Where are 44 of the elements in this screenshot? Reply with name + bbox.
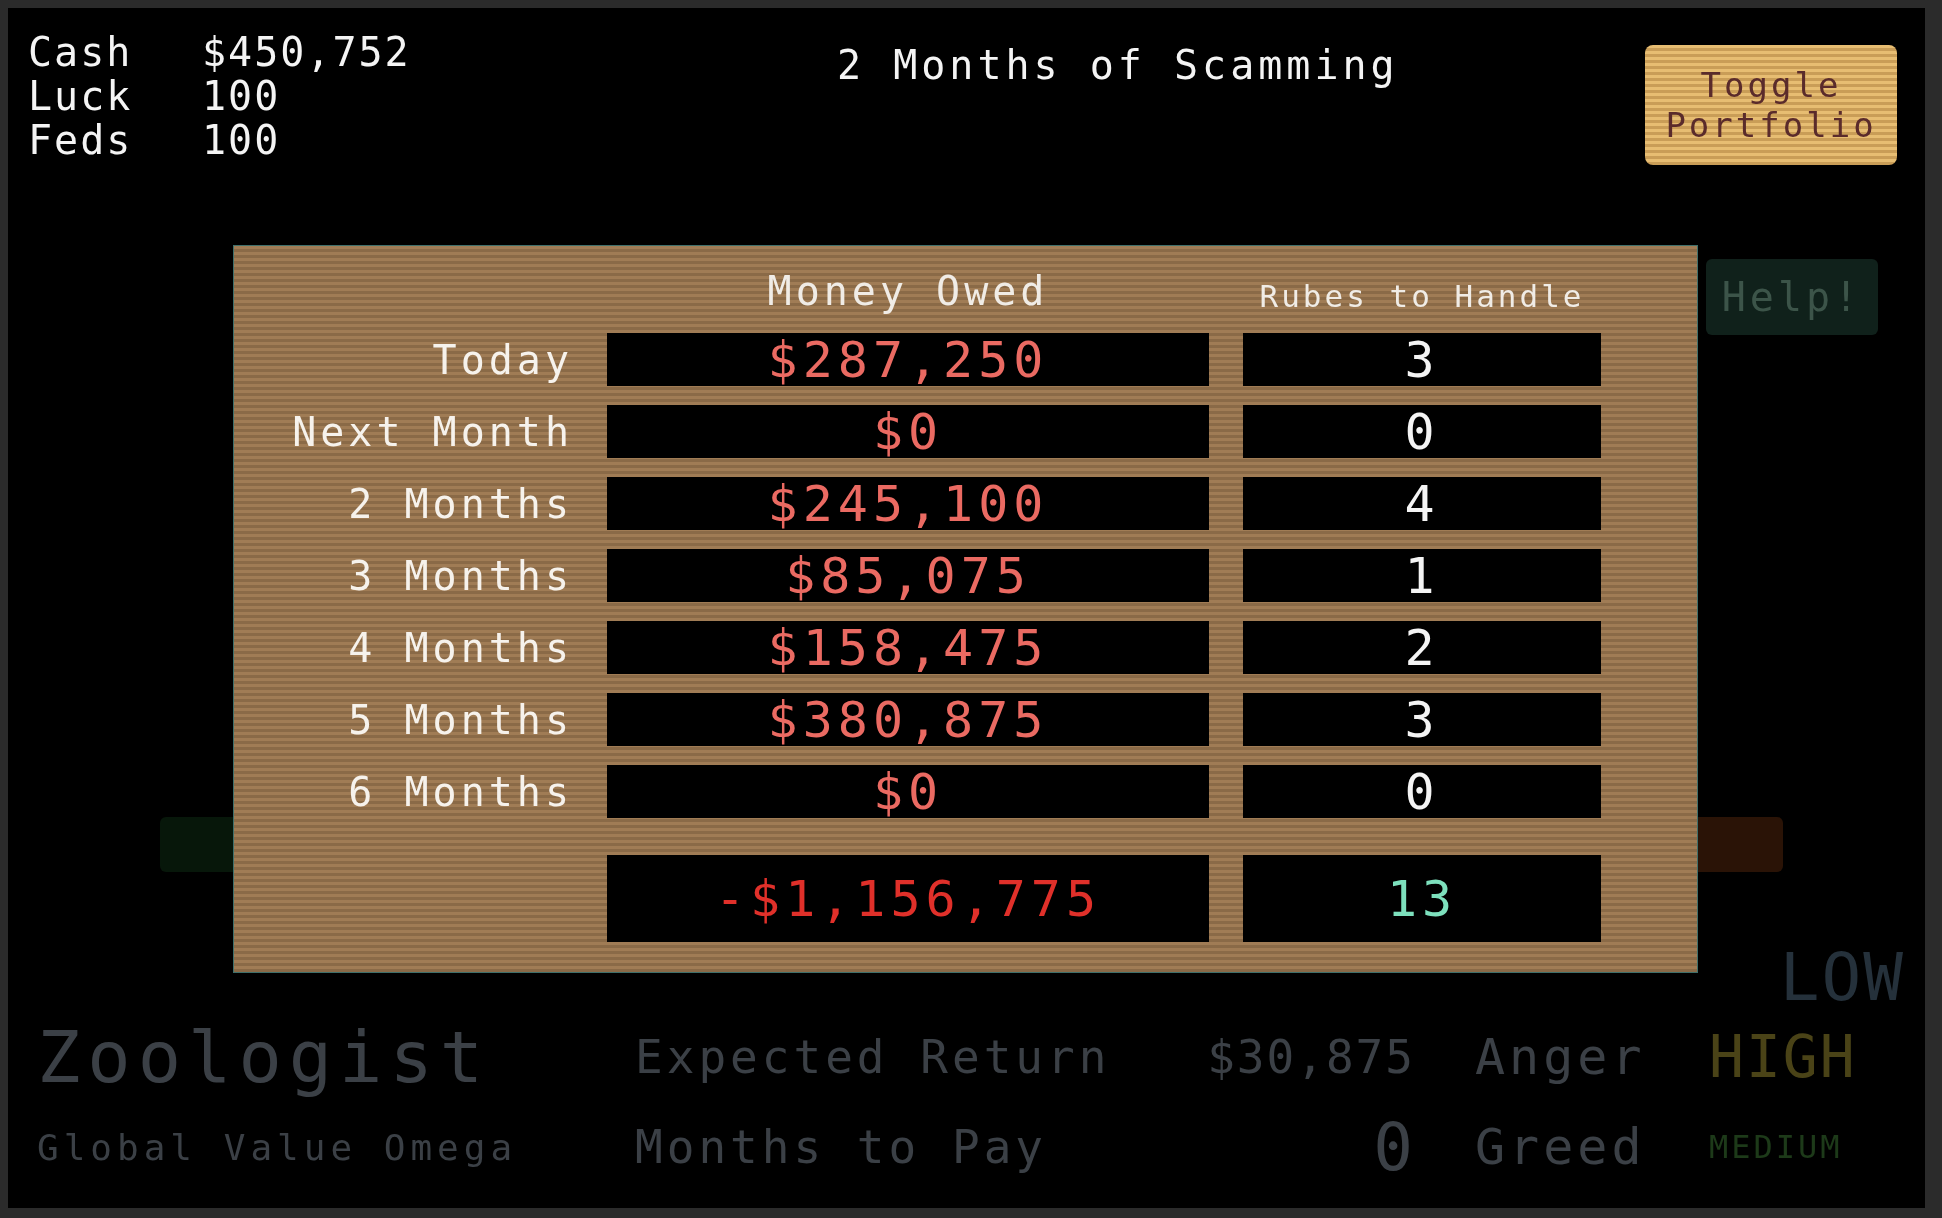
- stat-value: $450,752: [202, 30, 411, 74]
- trait-label: Anger: [1475, 1028, 1647, 1086]
- detail-value: 0: [1372, 1108, 1415, 1186]
- row-label: Next Month: [291, 408, 573, 455]
- money-owed-cell: $245,100: [607, 477, 1209, 530]
- detail-label: Expected Return: [635, 1030, 1112, 1084]
- client-company: Global Value Omega: [37, 1126, 519, 1168]
- stat-label: Luck: [28, 74, 134, 118]
- money-owed-cell: $85,075: [607, 549, 1209, 602]
- column-header: Rubes to Handle: [1258, 278, 1586, 314]
- row-label: 6 Months: [347, 768, 573, 815]
- stat-label: Cash: [28, 30, 134, 74]
- rubes-cell: 3: [1243, 333, 1601, 386]
- rubes-cell: 3: [1243, 693, 1601, 746]
- row-label: 3 Months: [347, 552, 573, 599]
- total-owed-cell: -$1,156,775: [607, 855, 1209, 942]
- stat-value: 100: [202, 118, 282, 162]
- column-header: Money Owed: [766, 268, 1050, 314]
- rubes-cell: 4: [1243, 477, 1601, 530]
- detail-value: $30,875: [1206, 1030, 1415, 1084]
- row-label: Today: [431, 336, 573, 383]
- money-owed-cell: $0: [607, 405, 1209, 458]
- rubes-cell: 0: [1243, 765, 1601, 818]
- rubes-cell: 1: [1243, 549, 1601, 602]
- game-title: 2 Months of Scamming: [836, 41, 1400, 88]
- client-name: Zoologist: [37, 1015, 492, 1099]
- toggle-portfolio-button[interactable]: Toggle Portfolio: [1645, 45, 1897, 165]
- trait-label: Greed: [1475, 1118, 1647, 1176]
- rubes-cell: 2: [1243, 621, 1601, 674]
- rubes-cell: 0: [1243, 405, 1601, 458]
- trait-level: MEDIUM: [1709, 1128, 1843, 1166]
- money-owed-cell: $158,475: [607, 621, 1209, 674]
- row-label: 5 Months: [347, 696, 573, 743]
- stat-label: Feds: [28, 118, 134, 162]
- money-owed-cell: $380,875: [607, 693, 1209, 746]
- row-label: 2 Months: [347, 480, 573, 527]
- total-rubes-cell: 13: [1243, 855, 1601, 942]
- money-owed-cell: $287,250: [607, 333, 1209, 386]
- rating-text: LOW: [1779, 938, 1905, 1016]
- trait-level: HIGH: [1709, 1023, 1857, 1091]
- row-label: 4 Months: [347, 624, 573, 671]
- detail-label: Months to Pay: [635, 1120, 1049, 1174]
- money-owed-cell: $0: [607, 765, 1209, 818]
- stat-value: 100: [202, 74, 282, 118]
